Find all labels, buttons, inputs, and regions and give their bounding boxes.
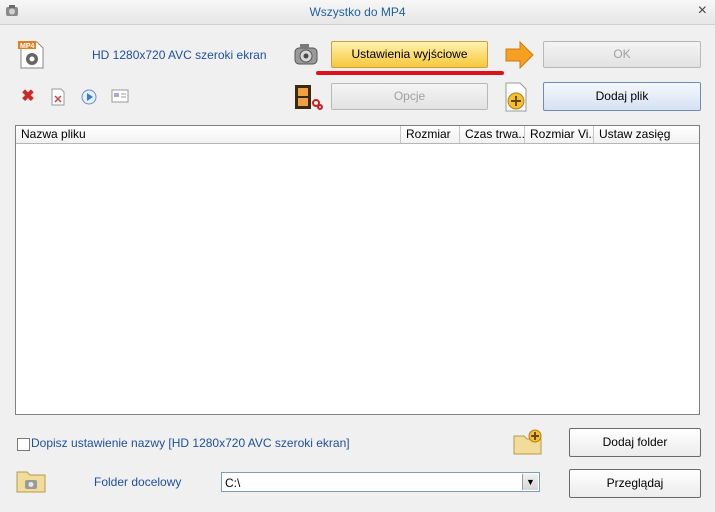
add-file-icon (503, 82, 529, 112)
column-header-size[interactable]: Rozmiar (401, 126, 460, 143)
destination-folder-label: Folder docelowy (94, 475, 182, 489)
add-file-button[interactable]: Dodaj plik (543, 82, 701, 111)
file-list[interactable]: Nazwa pliku Rozmiar Czas trwa... Rozmiar… (15, 125, 700, 415)
clear-icon[interactable] (49, 88, 67, 106)
arrow-right-icon (504, 40, 534, 70)
add-folder-icon (513, 428, 543, 456)
destination-folder-combo[interactable]: C:\ ▼ (221, 472, 540, 492)
column-header-duration[interactable]: Czas trwa... (460, 126, 525, 143)
output-settings-button[interactable]: Ustawienia wyjściowe (331, 41, 488, 68)
profile-name: HD 1280x720 AVC szeroki ekran (92, 48, 267, 62)
column-header-set-range[interactable]: Ustaw zasięg (594, 126, 699, 143)
column-header-file-name[interactable]: Nazwa pliku (16, 126, 401, 143)
settings-camera-icon[interactable] (292, 42, 322, 68)
film-scissors-icon[interactable] (293, 83, 323, 111)
append-name-label[interactable]: Dopisz ustawienie nazwy [HD 1280x720 AVC… (31, 436, 350, 450)
options-button[interactable]: Opcje (331, 83, 488, 110)
close-icon[interactable]: × (698, 3, 707, 19)
destination-folder-icon (16, 468, 46, 494)
file-list-header: Nazwa pliku Rozmiar Czas trwa... Rozmiar… (16, 126, 699, 144)
title-bar: Wszystko do MP4 × (0, 0, 715, 25)
dropdown-arrow-icon[interactable]: ▼ (522, 474, 538, 490)
mp4-format-icon: MP4 (18, 40, 46, 70)
append-name-checkbox[interactable] (17, 438, 30, 451)
format-badge: MP4 (20, 43, 35, 50)
highlight-underline (316, 71, 504, 75)
window-title: Wszystko do MP4 (309, 5, 406, 19)
ok-button[interactable]: OK (543, 41, 701, 68)
play-icon[interactable] (80, 88, 98, 106)
browse-button[interactable]: Przeglądaj (569, 469, 701, 498)
column-header-video-size[interactable]: Rozmiar Vi... (525, 126, 594, 143)
info-icon[interactable] (111, 88, 129, 106)
destination-folder-value[interactable]: C:\ (225, 476, 240, 490)
delete-icon[interactable]: ✖ (19, 88, 37, 106)
add-folder-button[interactable]: Dodaj folder (569, 428, 701, 457)
